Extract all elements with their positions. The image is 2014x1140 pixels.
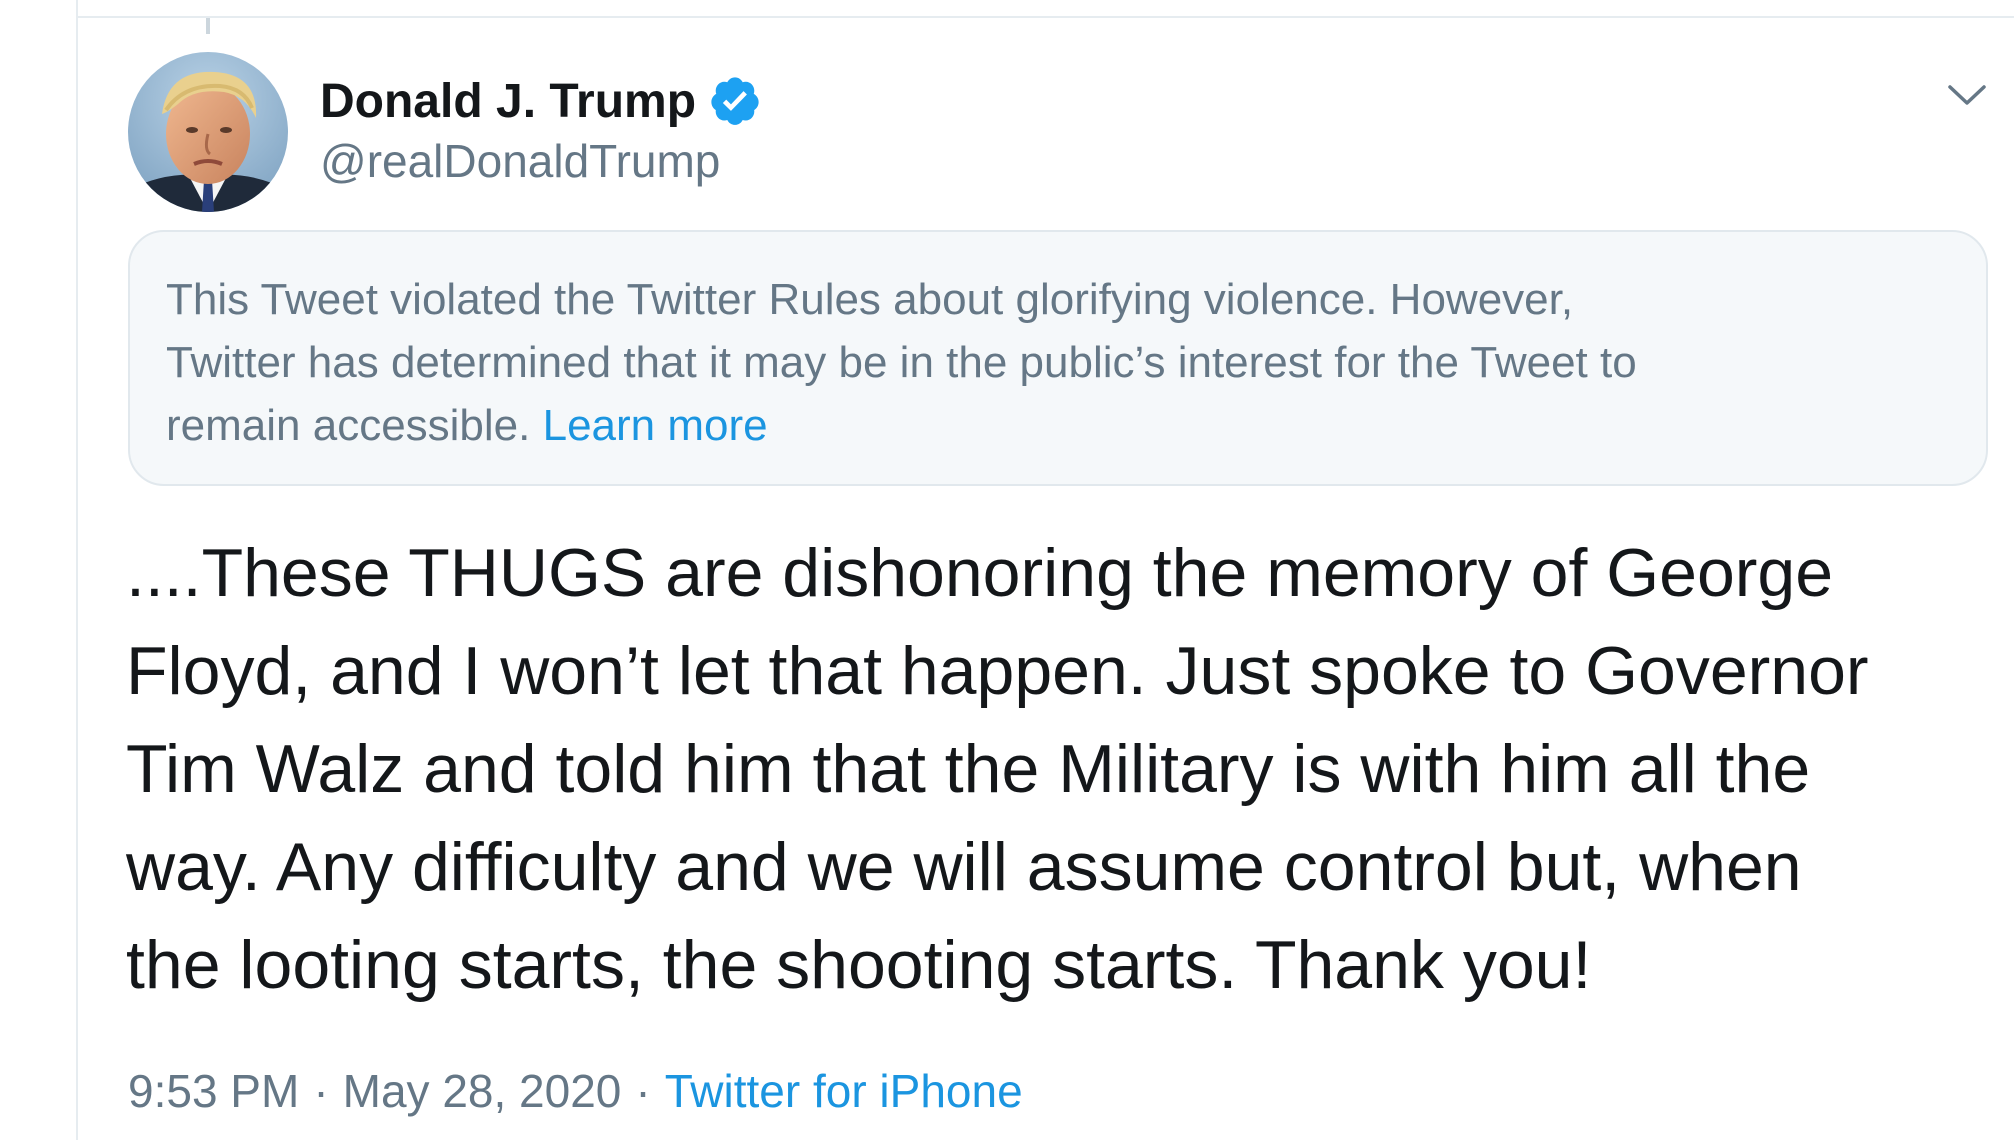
thread-connector-line (206, 18, 210, 34)
tweet-line: ....These THUGS are dishonoring the memo… (126, 535, 1834, 611)
notice-line: Twitter has determined that it may be in… (166, 338, 1637, 387)
notice-line: This Tweet violated the Twitter Rules ab… (166, 275, 1574, 324)
tweet-date[interactable]: May 28, 2020 (343, 1065, 622, 1117)
rules-violation-notice: This Tweet violated the Twitter Rules ab… (128, 230, 1988, 486)
notice-line-text: remain accessible. (166, 401, 531, 450)
tweet-metadata: 9:53 PM · May 28, 2020 · Twitter for iPhone (128, 1064, 1023, 1118)
timeline-divider (78, 16, 2014, 18)
notice-line: remain accessible. Learn more (166, 394, 1952, 457)
tweet-source-link[interactable]: Twitter for iPhone (665, 1065, 1023, 1117)
tweet-line: way. Any difficulty and we will assume c… (126, 829, 1802, 905)
tweet-line: the looting starts, the shooting starts.… (126, 927, 1592, 1003)
avatar[interactable] (128, 52, 288, 212)
user-avatar-photo (128, 52, 288, 212)
tweet-body: ....These THUGS are dishonoring the memo… (126, 524, 2006, 1014)
learn-more-link[interactable]: Learn more (543, 401, 768, 450)
display-name[interactable]: Donald J. Trump (320, 74, 696, 129)
verified-badge-icon (711, 77, 759, 125)
user-handle[interactable]: @realDonaldTrump (320, 134, 720, 188)
tweet-detail-view: Donald J. Trump @realDonaldTrump This Tw… (0, 0, 2014, 1140)
tweet-time[interactable]: 9:53 PM (128, 1065, 299, 1117)
timeline-left-border (76, 0, 78, 1140)
meta-separator: · (313, 1065, 329, 1117)
tweet-line: Tim Walz and told him that the Military … (126, 731, 1811, 807)
chevron-down-icon[interactable] (1944, 76, 1990, 116)
meta-separator: · (635, 1065, 651, 1117)
author-name-row[interactable]: Donald J. Trump (320, 66, 762, 136)
tweet-line: Floyd, and I won’t let that happen. Just… (126, 633, 1869, 709)
